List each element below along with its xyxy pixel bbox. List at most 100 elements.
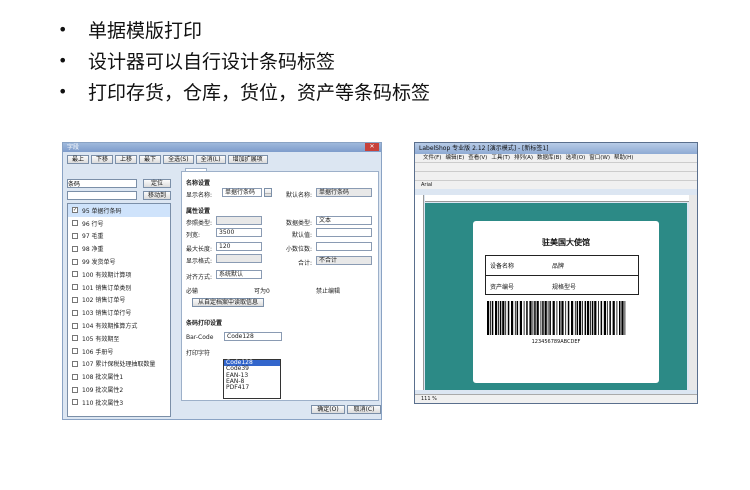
barcode-bar: [534, 301, 536, 335]
list-item[interactable]: 98 净重: [68, 242, 170, 255]
print-char-checkbox[interactable]: 打印字符: [186, 348, 210, 357]
no-edit-checkbox[interactable]: 禁止编辑: [316, 286, 340, 295]
checkbox[interactable]: [72, 360, 78, 367]
list-item[interactable]: 109 批次属性2: [68, 383, 170, 396]
list-item[interactable]: 103 销售订单行号: [68, 306, 170, 319]
checkbox[interactable]: [72, 309, 78, 316]
menu-item[interactable]: 文件(F): [423, 154, 441, 162]
zoom-status: 111 %: [415, 394, 697, 403]
list-item[interactable]: 99 发货单号: [68, 255, 170, 268]
move-to-button[interactable]: 移动到: [143, 191, 171, 200]
cancel-button[interactable]: 取消(C): [347, 405, 381, 414]
move-bottom-button[interactable]: 最下: [139, 155, 162, 164]
bullet-dot-icon: •: [58, 20, 68, 39]
allow-zero-checkbox[interactable]: 可为0: [254, 286, 270, 295]
data-type-field[interactable]: 文本: [316, 216, 372, 225]
list-item[interactable]: 101 销售订单类别: [68, 281, 170, 294]
label-title: 驻美国大使馆: [542, 238, 590, 247]
menu-item[interactable]: 数据库(B): [537, 154, 562, 162]
vertical-scrollbar[interactable]: [689, 195, 697, 390]
barcode-bar: [491, 301, 494, 335]
required-checkbox[interactable]: 必输: [186, 286, 198, 295]
format-select[interactable]: [216, 254, 262, 263]
barcode-bar: [536, 301, 539, 335]
font-select[interactable]: Arial: [415, 180, 697, 189]
list-item[interactable]: 106 手册号: [68, 345, 170, 358]
menu-item[interactable]: 工具(T): [491, 154, 510, 162]
total-select[interactable]: 不合计: [316, 256, 372, 265]
list-item[interactable]: ✓ 95 单据行条码: [68, 204, 170, 217]
barcode-bar: [590, 301, 591, 335]
move-up-button[interactable]: 上移: [115, 155, 138, 164]
display-name-label: 显示名称:: [186, 192, 213, 199]
checkbox[interactable]: [72, 335, 78, 342]
barcode-bar: [579, 301, 582, 335]
list-item[interactable]: 96 行号: [68, 217, 170, 230]
checkbox[interactable]: [72, 220, 78, 227]
search-input[interactable]: [67, 179, 137, 188]
checkbox[interactable]: [72, 322, 78, 329]
width-field[interactable]: 3500: [216, 228, 262, 237]
checkbox[interactable]: [72, 245, 78, 252]
barcode-bar: [529, 301, 532, 335]
list-item[interactable]: 102 销售订单号: [68, 294, 170, 307]
decimals-label: 小数位数:: [286, 246, 313, 253]
list-item[interactable]: 105 有效期至: [68, 332, 170, 345]
add-extension-button[interactable]: 增加扩展项: [227, 155, 268, 164]
barcode-type-dropdown[interactable]: Code128 Code39 EAN-13 EAN-8 PDF417: [223, 359, 281, 399]
data-type-label: 数据类型:: [286, 220, 313, 227]
checkbox[interactable]: [72, 348, 78, 355]
menu-item[interactable]: 编辑(E): [445, 154, 464, 162]
field-list-pane: 定位 移动到 ✓ 95 单据行条码 96 行号 97 毛重 98 净重 99 发货单号 10…: [67, 167, 175, 417]
checkbox[interactable]: [72, 296, 78, 303]
default-value-field[interactable]: [316, 228, 372, 237]
dropdown-option[interactable]: PDF417: [224, 384, 280, 391]
move-down-button[interactable]: 下移: [91, 155, 114, 164]
list-item[interactable]: 110 批次属性3: [68, 396, 170, 409]
ellipsis-button[interactable]: …: [264, 188, 272, 197]
labelshop-toolbar[interactable]: [415, 162, 697, 171]
checkbox[interactable]: [72, 373, 78, 380]
select-all-button[interactable]: 全选(S): [163, 155, 194, 164]
menu-item[interactable]: 选项(O): [566, 154, 586, 162]
checkbox[interactable]: [72, 271, 78, 278]
ref-type-select[interactable]: [216, 216, 262, 225]
list-item-label: 107 累计保税处理抽取数量: [82, 361, 156, 369]
checkbox[interactable]: [72, 399, 78, 406]
barcode-type-select[interactable]: Code128: [224, 332, 282, 341]
dialog-toolbar: 最上 下移 上移 最下 全选(S) 全消(L) 增加扩展项: [67, 155, 268, 164]
read-from-archive-button[interactable]: 从自定档案中读取信息: [192, 298, 264, 307]
list-item[interactable]: 97 毛重: [68, 230, 170, 243]
menu-item[interactable]: 窗口(W): [589, 154, 610, 162]
barcode-bar: [505, 301, 507, 335]
display-name-field[interactable]: 单据行条码: [222, 188, 262, 197]
menu-item[interactable]: 帮助(H): [614, 154, 633, 162]
default-name-field: 单据行条码: [316, 188, 372, 197]
move-top-button[interactable]: 最上: [67, 155, 90, 164]
barcode-checkbox[interactable]: Bar-Code: [186, 334, 213, 341]
list-item[interactable]: 104 有效期推算方式: [68, 319, 170, 332]
menu-item[interactable]: 排列(A): [514, 154, 533, 162]
field-list[interactable]: ✓ 95 单据行条码 96 行号 97 毛重 98 净重 99 发货单号 100 有效期计算…: [67, 203, 171, 417]
list-item[interactable]: 100 有效期计算项: [68, 268, 170, 281]
checkbox[interactable]: [72, 232, 78, 239]
align-select[interactable]: 系统默认: [216, 270, 262, 279]
decimals-field[interactable]: [316, 242, 372, 251]
locate-button[interactable]: 定位: [143, 179, 171, 188]
barcode-image[interactable]: [485, 299, 627, 339]
checkbox[interactable]: [72, 284, 78, 291]
ok-button[interactable]: 确定(O): [311, 405, 345, 414]
maxlen-field[interactable]: 120: [216, 242, 262, 251]
checkbox[interactable]: [72, 258, 78, 265]
list-item[interactable]: 108 批次属性1: [68, 370, 170, 383]
list-item[interactable]: 107 累计保税处理抽取数量: [68, 358, 170, 371]
deselect-all-button[interactable]: 全消(L): [195, 155, 226, 164]
menu-item[interactable]: 查看(V): [468, 154, 487, 162]
checkbox[interactable]: [72, 386, 78, 393]
design-canvas[interactable]: 驻美国大使馆 设备名称 品牌 资产编号 规格型号 123456789ABCDEF: [425, 203, 687, 390]
move-to-input[interactable]: [67, 191, 137, 200]
labelshop-nav-toolbar[interactable]: [415, 171, 697, 180]
label-preview[interactable]: 驻美国大使馆 设备名称 品牌 资产编号 规格型号 123456789ABCDEF: [473, 221, 659, 383]
close-button[interactable]: ✕: [365, 143, 379, 151]
checkbox[interactable]: ✓: [72, 207, 78, 214]
